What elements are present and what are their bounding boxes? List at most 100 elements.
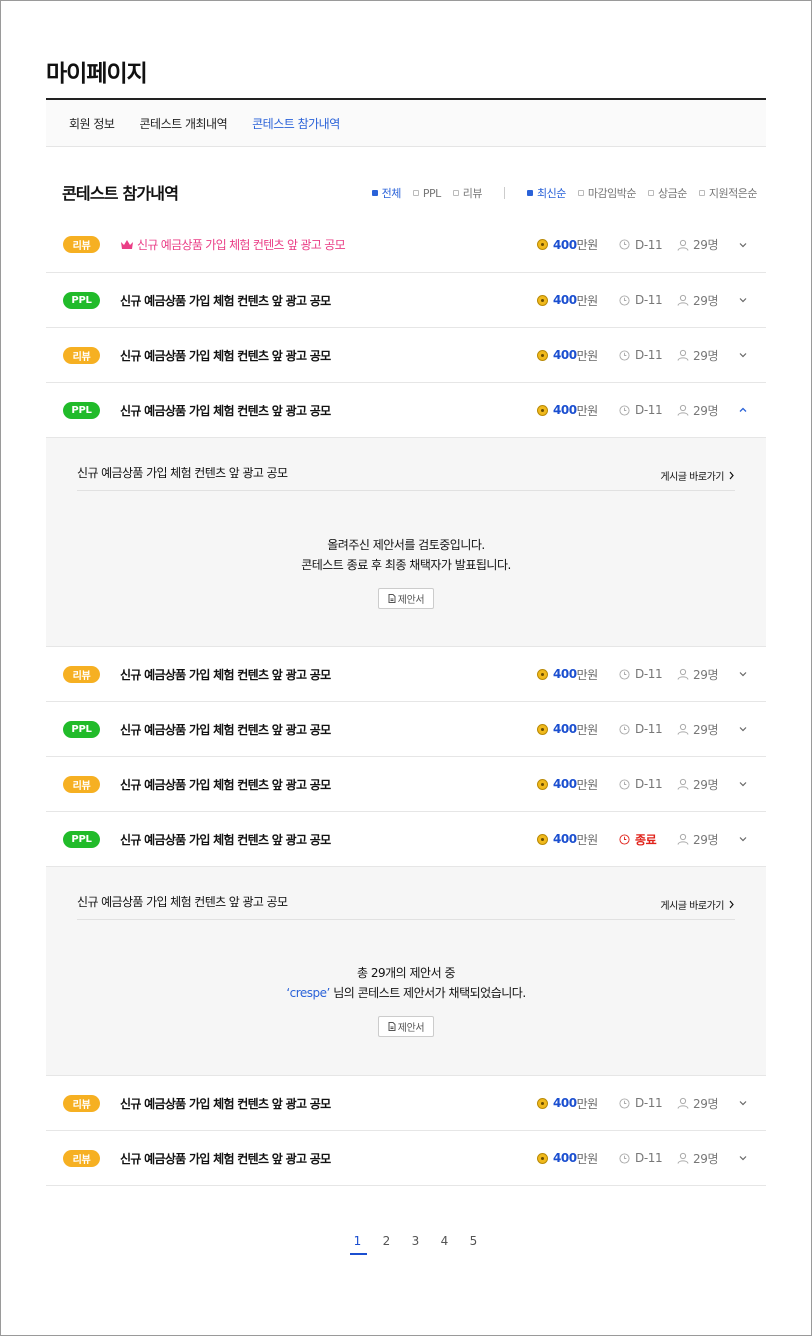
page-2[interactable]: 2 — [372, 1234, 401, 1254]
filter-ppl[interactable]: PPL — [412, 187, 441, 200]
contest-title: 신규 예금상품 가입 체험 컨텐츠 앞 광고 공모 — [120, 236, 346, 253]
applicants: 29명 — [677, 776, 719, 793]
person-icon — [677, 778, 689, 790]
go-to-post-link[interactable]: 게시글 바로가기 — [660, 468, 735, 483]
category-badge: 리뷰 — [63, 775, 100, 793]
category-badge: 리뷰 — [63, 665, 100, 683]
contest-title: 신규 예금상품 가입 체험 컨텐츠 앞 광고 공모 — [120, 667, 331, 682]
coin-icon — [537, 239, 548, 250]
page-3[interactable]: 3 — [401, 1234, 430, 1254]
category-badge: 리뷰 — [63, 346, 100, 364]
contest-row[interactable]: 리뷰 신규 예금상품 가입 체험 컨텐츠 앞 광고 공모 400 만원 D-11 … — [46, 328, 766, 383]
prize: 400 만원 — [537, 831, 598, 848]
pagination: 1 2 3 4 5 — [343, 1234, 488, 1254]
contest-title: 신규 예금상품 가입 체험 컨텐츠 앞 광고 공모 — [120, 832, 331, 847]
document-icon — [388, 594, 396, 603]
tab-hosted-contests[interactable]: 콘테스트 개최내역 — [139, 115, 227, 132]
page-1[interactable]: 1 — [343, 1234, 372, 1254]
page-5[interactable]: 5 — [459, 1234, 488, 1254]
coin-icon — [537, 833, 548, 845]
prize: 400 만원 — [537, 776, 598, 793]
contest-list: 리뷰 신규 예금상품 가입 체험 컨텐츠 앞 광고 공모 400 만원 D-11 … — [46, 217, 766, 1186]
chevron-down-icon[interactable] — [738, 779, 748, 789]
filter-all[interactable]: 전체 — [371, 185, 401, 201]
category-badge: 리뷰 — [63, 1149, 100, 1167]
contest-row[interactable]: 리뷰 신규 예금상품 가입 체험 컨텐츠 앞 광고 공모 400 만원 D-11 … — [46, 647, 766, 702]
contest-title: 신규 예금상품 가입 체험 컨텐츠 앞 광고 공모 — [120, 1096, 331, 1111]
category-badge: PPL — [63, 291, 100, 309]
detail-header: 신규 예금상품 가입 체험 컨텐츠 앞 광고 공모 게시글 바로가기 — [77, 438, 735, 491]
person-icon — [677, 239, 689, 251]
contest-row[interactable]: PPL 신규 예금상품 가입 체험 컨텐츠 앞 광고 공모 400 만원 D-11… — [46, 383, 766, 438]
contest-row[interactable]: 리뷰 신규 예금상품 가입 체험 컨텐츠 앞 광고 공모 400 만원 D-11 … — [46, 1076, 766, 1131]
contest-detail-panel: 신규 예금상품 가입 체험 컨텐츠 앞 광고 공모 게시글 바로가기 총 29개… — [46, 867, 766, 1076]
detail-title: 신규 예금상품 가입 체험 컨텐츠 앞 광고 공모 — [77, 895, 288, 909]
coin-icon — [537, 723, 548, 735]
prize: 400 만원 — [537, 347, 598, 364]
checkbox-icon — [371, 190, 378, 196]
deadline: D-11 — [619, 403, 663, 417]
chevron-down-icon[interactable] — [738, 295, 748, 305]
contest-row[interactable]: PPL 신규 예금상품 가입 체험 컨텐츠 앞 광고 공모 400 만원 종료 2… — [46, 812, 766, 867]
contest-row[interactable]: PPL 신규 예금상품 가입 체험 컨텐츠 앞 광고 공모 400 만원 D-11… — [46, 702, 766, 757]
detail-header: 신규 예금상품 가입 체험 컨텐츠 앞 광고 공모 게시글 바로가기 — [77, 867, 735, 920]
sort-prize[interactable]: 상금순 — [648, 185, 687, 201]
chevron-down-icon[interactable] — [738, 350, 748, 360]
deadline: D-11 — [619, 722, 663, 736]
clock-icon — [619, 778, 630, 790]
contest-row[interactable]: PPL 신규 예금상품 가입 체험 컨텐츠 앞 광고 공모 400 만원 D-11… — [46, 273, 766, 328]
checkbox-icon — [527, 190, 534, 196]
chevron-down-icon[interactable] — [738, 1098, 748, 1108]
tab-joined-contests[interactable]: 콘테스트 참가내역 — [252, 115, 340, 132]
checkbox-icon — [698, 190, 705, 196]
prize: 400 만원 — [537, 1095, 598, 1112]
filter-separator — [504, 187, 506, 199]
chevron-right-icon — [729, 900, 734, 909]
clock-icon — [619, 404, 630, 416]
coin-icon — [537, 778, 548, 790]
sort-deadline[interactable]: 마감임박순 — [577, 185, 637, 201]
clock-icon — [619, 668, 630, 680]
section-title: 콘테스트 참가내역 — [62, 184, 179, 203]
clock-icon — [619, 1097, 630, 1109]
checkbox-icon — [577, 190, 584, 196]
mypage-tabs: 회원 정보 콘테스트 개최내역 콘테스트 참가내역 — [46, 100, 766, 147]
coin-icon — [537, 349, 548, 361]
applicants: 29명 — [677, 236, 719, 253]
coin-icon — [537, 1152, 548, 1164]
person-icon — [677, 1152, 689, 1164]
tab-member-info[interactable]: 회원 정보 — [69, 115, 115, 132]
prize: 400 만원 — [537, 402, 598, 419]
deadline-ended: 종료 — [619, 831, 657, 848]
filter-review[interactable]: 리뷰 — [452, 185, 483, 201]
chevron-down-icon[interactable] — [738, 240, 748, 250]
chevron-down-icon[interactable] — [738, 834, 748, 844]
clock-icon — [619, 349, 630, 361]
page-4[interactable]: 4 — [430, 1234, 459, 1254]
chevron-down-icon[interactable] — [738, 1153, 748, 1163]
sort-latest[interactable]: 최신순 — [527, 185, 566, 201]
checkbox-icon — [452, 190, 459, 196]
document-icon — [388, 1022, 396, 1031]
contest-row[interactable]: 리뷰 신규 예금상품 가입 체험 컨텐츠 앞 광고 공모 400 만원 D-11 … — [46, 757, 766, 812]
clock-icon — [619, 723, 630, 735]
proposal-button[interactable]: 제안서 — [378, 588, 434, 609]
chevron-up-icon[interactable] — [738, 405, 748, 415]
proposal-button[interactable]: 제안서 — [378, 1016, 434, 1037]
coin-icon — [537, 668, 548, 680]
chevron-down-icon[interactable] — [738, 669, 748, 679]
sort-fewest-applicants[interactable]: 지원적은순 — [698, 185, 758, 201]
deadline: D-11 — [619, 1151, 663, 1165]
applicants: 29명 — [677, 292, 719, 309]
go-to-post-link[interactable]: 게시글 바로가기 — [660, 897, 735, 912]
contest-title: 신규 예금상품 가입 체험 컨텐츠 앞 광고 공모 — [120, 403, 331, 418]
chevron-down-icon[interactable] — [738, 724, 748, 734]
page-title: 마이페이지 — [46, 61, 148, 87]
category-badge: PPL — [63, 401, 100, 419]
deadline: D-11 — [619, 1096, 663, 1110]
contest-title: 신규 예금상품 가입 체험 컨텐츠 앞 광고 공모 — [120, 1151, 331, 1166]
selected-user: ‘crespe’ — [286, 986, 330, 1000]
contest-row[interactable]: 리뷰 신규 예금상품 가입 체험 컨텐츠 앞 광고 공모 400 만원 D-11 … — [46, 1131, 766, 1186]
person-icon — [677, 294, 689, 306]
contest-row[interactable]: 리뷰 신규 예금상품 가입 체험 컨텐츠 앞 광고 공모 400 만원 D-11 … — [46, 217, 766, 273]
